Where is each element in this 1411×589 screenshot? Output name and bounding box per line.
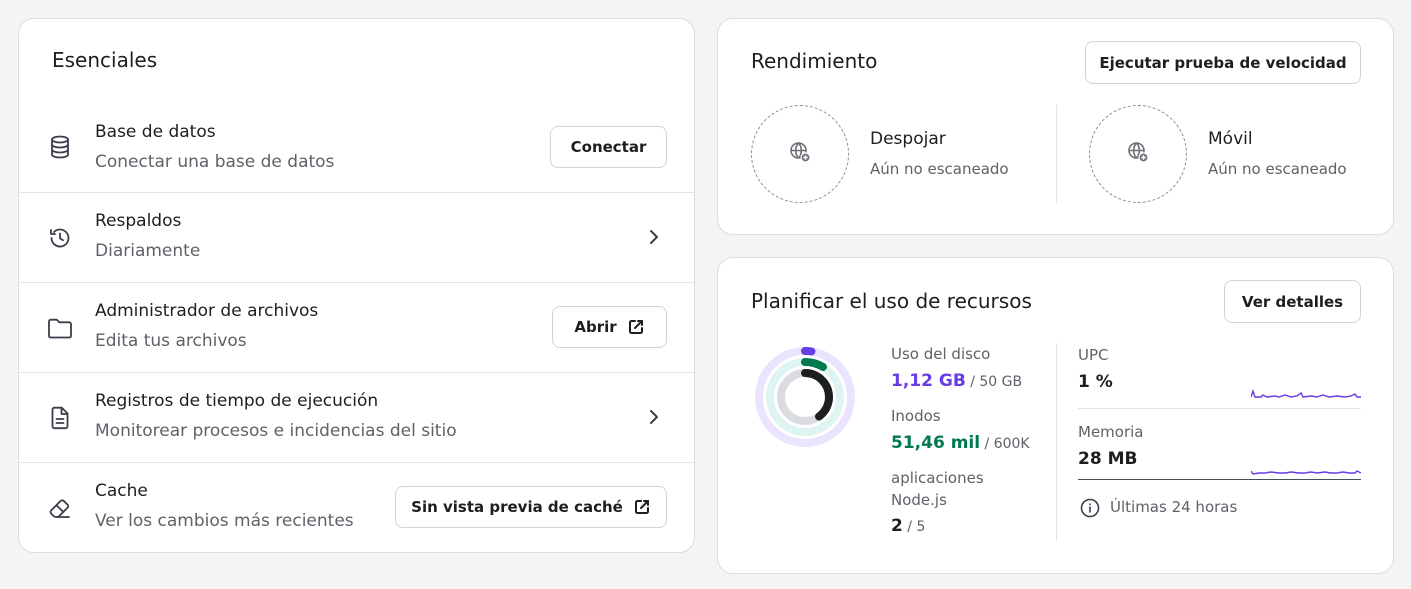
essentials-row-database: Base de datos Conectar una base de datos… xyxy=(19,102,694,192)
row-subtitle: Monitorear procesos e incidencias del si… xyxy=(95,421,457,441)
disk-usage-label: Uso del disco xyxy=(891,345,991,363)
chevron-right-icon[interactable] xyxy=(644,407,664,427)
inodes-label: Inodos xyxy=(891,407,941,425)
disk-usage-value: 1,12 GB / 50 GB xyxy=(891,371,1022,391)
performance-divider xyxy=(1056,105,1057,203)
eraser-icon xyxy=(47,495,73,521)
view-details-button[interactable]: Ver detalles xyxy=(1224,280,1361,323)
inodes-used: 51,46 mil xyxy=(891,433,981,453)
no-cache-preview-label: Sin vista previa de caché xyxy=(411,498,623,516)
inodes-total: / 600K xyxy=(984,436,1030,452)
node-apps-used: 2 xyxy=(891,516,903,536)
performance-title: Rendimiento xyxy=(751,49,878,73)
cpu-value: 1 % xyxy=(1078,372,1113,392)
essentials-row-file-manager: Administrador de archivos Edita tus arch… xyxy=(19,282,694,372)
row-subtitle: Diariamente xyxy=(95,241,201,261)
desktop-status: Aún no escaneado xyxy=(870,160,1009,178)
memory-label: Memoria xyxy=(1078,423,1144,441)
essentials-row-backups[interactable]: Respaldos Diariamente xyxy=(19,192,694,282)
desktop-scan-circle xyxy=(751,105,849,203)
history-icon xyxy=(47,225,73,251)
row-subtitle: Conectar una base de datos xyxy=(95,152,335,172)
usage-rings-chart xyxy=(755,347,855,447)
row-title: Base de datos xyxy=(95,122,216,142)
resources-card: Planificar el uso de recursos Ver detall… xyxy=(717,257,1394,574)
database-icon xyxy=(47,134,73,160)
view-details-label: Ver detalles xyxy=(1241,292,1344,311)
node-apps-total: / 5 xyxy=(907,519,926,535)
essentials-row-runtime-logs[interactable]: Registros de tiempo de ejecución Monitor… xyxy=(19,372,694,462)
row-title: Administrador de archivos xyxy=(95,301,319,321)
memory-baseline xyxy=(1078,479,1361,480)
connect-database-button[interactable]: Conectar xyxy=(550,126,667,168)
disk-total: / 50 GB xyxy=(970,374,1023,390)
memory-sparkline xyxy=(1251,470,1361,475)
performance-card: Rendimiento Ejecutar prueba de velocidad… xyxy=(717,18,1394,235)
resources-divider xyxy=(1056,343,1057,541)
disk-used: 1,12 GB xyxy=(891,371,966,391)
node-apps-value: 2 / 5 xyxy=(891,516,925,536)
memory-value: 28 MB xyxy=(1078,449,1138,469)
run-speed-test-label: Ejecutar prueba de velocidad xyxy=(1099,53,1347,72)
essentials-card: Esenciales Base de datos Conectar una ba… xyxy=(18,18,695,553)
info-icon xyxy=(1080,498,1100,518)
connect-button-label: Conectar xyxy=(570,138,647,156)
document-icon xyxy=(47,405,73,431)
essentials-row-cache: Cache Ver los cambios más recientes Sin … xyxy=(19,462,694,552)
period-label: Últimas 24 horas xyxy=(1110,498,1238,516)
globe-plus-icon xyxy=(1126,140,1150,168)
row-title: Cache xyxy=(95,481,148,501)
external-link-icon xyxy=(627,318,645,336)
resources-title: Planificar el uso de recursos xyxy=(751,289,1032,313)
mobile-status: Aún no escaneado xyxy=(1208,160,1347,178)
row-title: Respaldos xyxy=(95,211,182,231)
mobile-scan-circle xyxy=(1089,105,1187,203)
folder-icon xyxy=(47,315,73,341)
cpu-label: UPC xyxy=(1078,346,1109,364)
run-speed-test-button[interactable]: Ejecutar prueba de velocidad xyxy=(1085,41,1361,84)
node-apps-label-line1: aplicaciones xyxy=(891,469,984,487)
row-subtitle: Ver los cambios más recientes xyxy=(95,511,354,531)
external-link-icon xyxy=(633,498,651,516)
no-cache-preview-button[interactable]: Sin vista previa de caché xyxy=(395,486,667,528)
row-subtitle: Edita tus archivos xyxy=(95,331,247,351)
desktop-label: Despojar xyxy=(870,129,946,149)
open-file-manager-button[interactable]: Abrir xyxy=(552,306,667,348)
cpu-sparkline xyxy=(1251,388,1361,398)
chevron-right-icon[interactable] xyxy=(644,227,664,247)
node-apps-label-line2: Node.js xyxy=(891,491,947,509)
row-title: Registros de tiempo de ejecución xyxy=(95,391,379,411)
essentials-title: Esenciales xyxy=(52,48,158,72)
metrics-separator xyxy=(1078,408,1361,409)
globe-plus-icon xyxy=(788,140,812,168)
open-button-label: Abrir xyxy=(574,318,617,336)
mobile-label: Móvil xyxy=(1208,129,1253,149)
inodes-value: 51,46 mil / 600K xyxy=(891,433,1030,453)
